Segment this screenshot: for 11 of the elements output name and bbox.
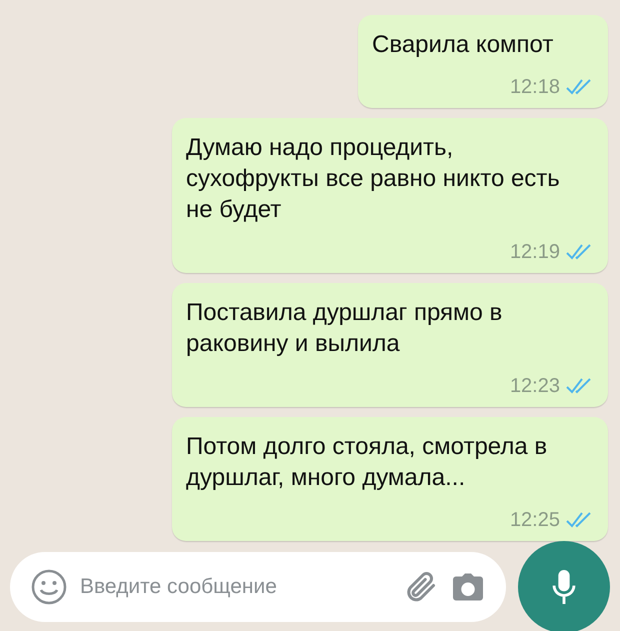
message-field[interactable]: Введите сообщение [10,552,506,622]
emoji-icon[interactable] [30,568,68,606]
message-time: 12:19 [510,240,560,265]
message-time: 12:18 [510,75,560,100]
message-input[interactable]: Введите сообщение [80,571,390,603]
message-time: 12:25 [510,508,560,533]
message-time: 12:23 [510,374,560,399]
message-text: Сварила компот [372,30,554,60]
message-text: Думаю надо процедить, сухофрукты все равно никто есть не будет [186,133,561,225]
message-text: Потом долго стояла, смотрела в дуршлаг, много думала... [186,432,548,493]
message-text: Поставила дуршлаг прямо в раковину и вылила [186,298,504,359]
